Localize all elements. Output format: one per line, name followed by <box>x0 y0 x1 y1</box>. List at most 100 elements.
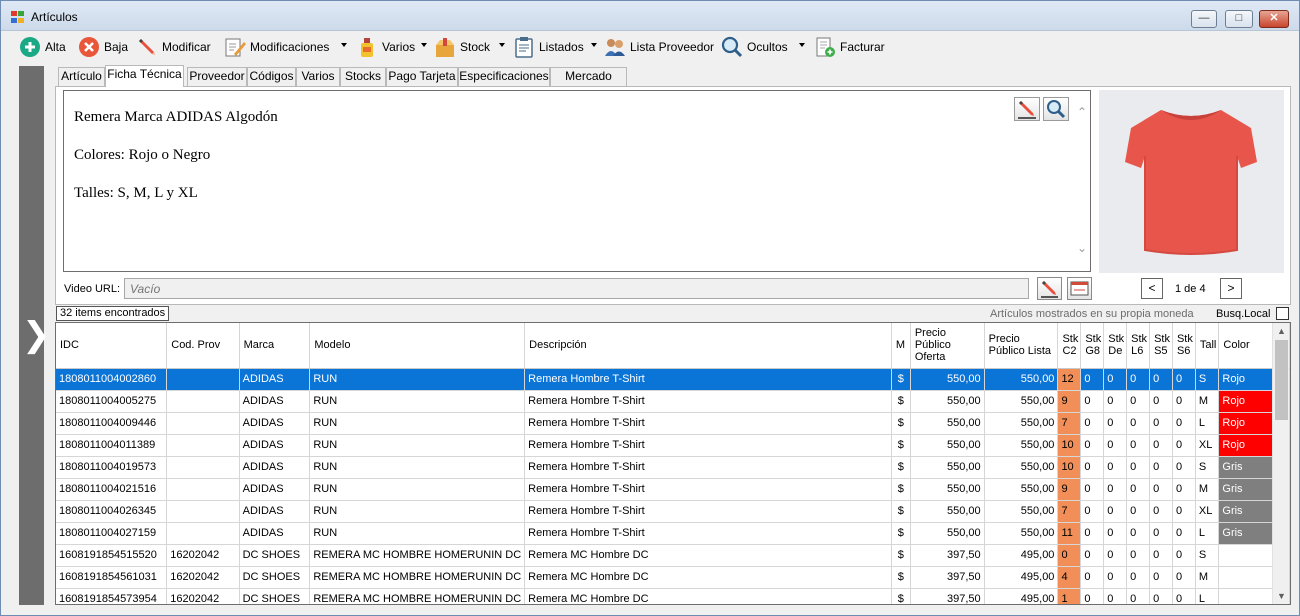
column-header[interactable]: Modelo <box>309 323 526 369</box>
cell-desc[interactable]: Remera Hombre T-Shirt <box>524 368 892 391</box>
cell-s1[interactable]: 10 <box>1057 456 1082 479</box>
cell-s5[interactable]: 0 <box>1149 500 1173 523</box>
listados-dropdown-arrow[interactable] <box>591 43 597 47</box>
cell-cod[interactable] <box>166 434 240 457</box>
cell-s5[interactable]: 0 <box>1149 368 1173 391</box>
scroll-thumb[interactable] <box>1275 340 1288 420</box>
varios-button[interactable]: Varios <box>356 35 415 59</box>
cell-oferta[interactable]: 397,50 <box>910 544 985 567</box>
cell-modelo[interactable]: RUN <box>309 500 526 523</box>
cell-cod[interactable] <box>166 500 240 523</box>
cell-s2[interactable]: 0 <box>1080 522 1105 545</box>
cell-desc[interactable]: Remera Hombre T-Shirt <box>524 522 892 545</box>
cell-desc[interactable]: Remera MC Hombre DC <box>524 588 892 604</box>
cell-marca[interactable]: ADIDAS <box>239 390 311 413</box>
column-header[interactable]: IDC <box>56 323 168 369</box>
cell-s3[interactable]: 0 <box>1103 412 1128 435</box>
cell-s5[interactable]: 0 <box>1149 412 1173 435</box>
column-header[interactable]: Stk S6 <box>1172 323 1196 369</box>
cell-marca[interactable]: DC SHOES <box>239 544 311 567</box>
cell-modelo[interactable]: RUN <box>309 434 526 457</box>
cell-s2[interactable]: 0 <box>1080 412 1105 435</box>
varios-dropdown-arrow[interactable] <box>421 43 427 47</box>
cell-modelo[interactable]: RUN <box>309 522 526 545</box>
cell-idc[interactable]: 1808011004021516 <box>56 478 168 501</box>
column-header[interactable]: Precio Público Oferta <box>910 323 985 369</box>
cell-s1[interactable]: 0 <box>1057 544 1082 567</box>
cell-s2[interactable]: 0 <box>1080 500 1105 523</box>
lista-proveedor-button[interactable]: Lista Proveedor <box>604 35 714 59</box>
cell-tall[interactable]: M <box>1195 478 1220 501</box>
image-next-button[interactable]: > <box>1220 278 1242 299</box>
cell-cod[interactable] <box>166 478 240 501</box>
table-row[interactable]: 1608191854561031 16202042 DC SHOES REMERA M… <box>56 566 1290 589</box>
table-row[interactable]: 1808011004011389 ADIDAS RUN Remera Hombre T… <box>56 434 1290 457</box>
cell-idc[interactable]: 1608191854515520 <box>56 544 168 567</box>
cell-s6[interactable]: 0 <box>1172 544 1196 567</box>
zoom-ficha-button[interactable] <box>1043 97 1069 121</box>
cell-tall[interactable]: L <box>1195 588 1220 604</box>
cell-lista[interactable]: 550,00 <box>984 368 1059 391</box>
column-header[interactable]: Stk De <box>1103 323 1128 369</box>
table-row[interactable]: 1808011004027159 ADIDAS RUN Remera Hombre T… <box>56 522 1290 545</box>
column-header[interactable]: Cod. Prov <box>166 323 240 369</box>
table-row[interactable]: 1808011004005275 ADIDAS RUN Remera Hombre T… <box>56 390 1290 413</box>
column-header[interactable]: Stk C2 <box>1057 323 1082 369</box>
close-button[interactable]: ✕ <box>1259 10 1289 28</box>
cell-marca[interactable]: ADIDAS <box>239 478 311 501</box>
cell-s3[interactable]: 0 <box>1103 434 1128 457</box>
cell-s3[interactable]: 0 <box>1103 368 1128 391</box>
cell-s6[interactable]: 0 <box>1172 478 1196 501</box>
column-header[interactable]: M <box>891 323 911 369</box>
cell-cod[interactable] <box>166 412 240 435</box>
cell-lista[interactable]: 550,00 <box>984 500 1059 523</box>
cell-tall[interactable]: L <box>1195 522 1220 545</box>
cell-marca[interactable]: ADIDAS <box>239 522 311 545</box>
cell-tall[interactable]: XL <box>1195 434 1220 457</box>
cell-s4[interactable]: 0 <box>1126 434 1151 457</box>
column-header[interactable]: Descripción <box>524 323 892 369</box>
cell-s2[interactable]: 0 <box>1080 434 1105 457</box>
cell-s6[interactable]: 0 <box>1172 500 1196 523</box>
cell-s6[interactable]: 0 <box>1172 588 1196 604</box>
scroll-down-arrow-icon[interactable]: ▼ <box>1273 588 1290 604</box>
cell-s4[interactable]: 0 <box>1126 412 1151 435</box>
baja-button[interactable]: Baja <box>78 35 128 59</box>
cell-m[interactable]: $ <box>891 434 911 457</box>
cell-s2[interactable]: 0 <box>1080 588 1105 604</box>
tab-articulo[interactable]: Artículo <box>58 67 105 86</box>
cell-m[interactable]: $ <box>891 544 911 567</box>
listados-button[interactable]: Listados <box>513 35 584 59</box>
cell-oferta[interactable]: 550,00 <box>910 434 985 457</box>
cell-oferta[interactable]: 550,00 <box>910 522 985 545</box>
video-url-input[interactable] <box>124 278 1029 299</box>
editor-scrollbar[interactable]: ⌃ ⌄ <box>1075 101 1089 261</box>
cell-cod[interactable]: 16202042 <box>166 544 240 567</box>
cell-s2[interactable]: 0 <box>1080 544 1105 567</box>
cell-idc[interactable]: 1808011004027159 <box>56 522 168 545</box>
cell-m[interactable]: $ <box>891 500 911 523</box>
cell-oferta[interactable]: 397,50 <box>910 588 985 604</box>
cell-s4[interactable]: 0 <box>1126 368 1151 391</box>
cell-s4[interactable]: 0 <box>1126 588 1151 604</box>
tab-varios[interactable]: Varios <box>296 67 340 86</box>
cell-idc[interactable]: 1808011004005275 <box>56 390 168 413</box>
stock-dropdown-arrow[interactable] <box>499 43 505 47</box>
table-row[interactable]: 1808011004002860 ADIDAS RUN Remera Hombre T… <box>56 368 1290 391</box>
cell-s5[interactable]: 0 <box>1149 522 1173 545</box>
cell-s2[interactable]: 0 <box>1080 478 1105 501</box>
cell-oferta[interactable]: 550,00 <box>910 412 985 435</box>
edit-video-button[interactable] <box>1037 277 1062 300</box>
cell-s4[interactable]: 0 <box>1126 566 1151 589</box>
cell-oferta[interactable]: 550,00 <box>910 390 985 413</box>
cell-s1[interactable]: 7 <box>1057 412 1082 435</box>
minimize-button[interactable]: — <box>1191 10 1217 28</box>
cell-cod[interactable]: 16202042 <box>166 588 240 604</box>
cell-modelo[interactable]: RUN <box>309 368 526 391</box>
cell-s6[interactable]: 0 <box>1172 412 1196 435</box>
cell-lista[interactable]: 495,00 <box>984 588 1059 604</box>
cell-oferta[interactable]: 397,50 <box>910 566 985 589</box>
cell-s6[interactable]: 0 <box>1172 368 1196 391</box>
ficha-tecnica-editor[interactable]: Remera Marca ADIDAS Algodón Colores: Roj… <box>63 90 1091 272</box>
cell-desc[interactable]: Remera MC Hombre DC <box>524 566 892 589</box>
